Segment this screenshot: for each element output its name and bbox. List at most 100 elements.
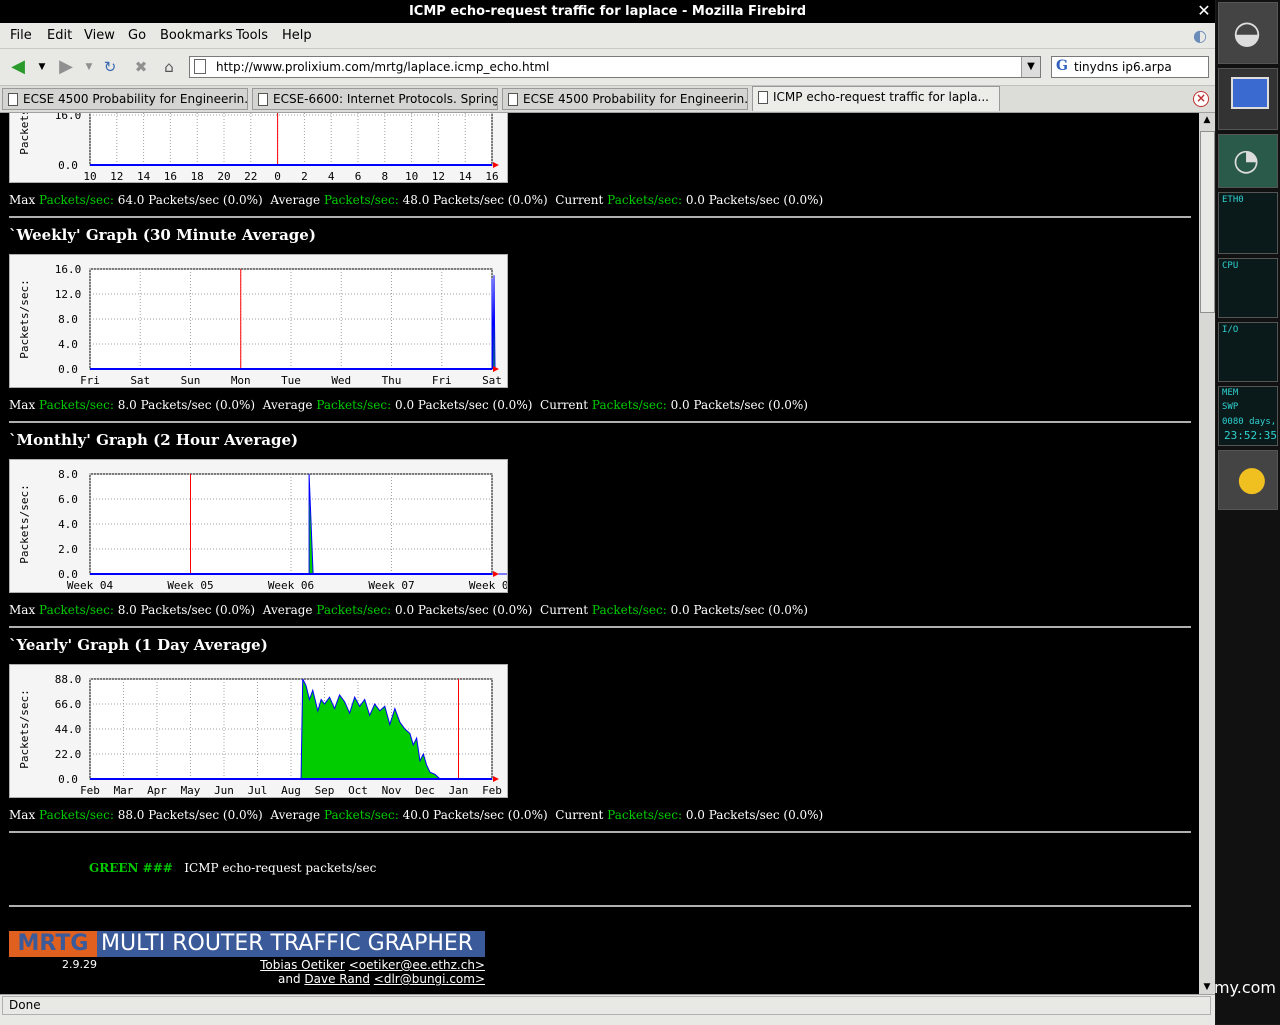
y-axis-label: Packets/sec: (18, 113, 31, 155)
email2-link[interactable]: <dlr@bungi.com> (374, 972, 485, 986)
menu-help[interactable]: Help (282, 28, 312, 43)
io-label: I/O (1222, 325, 1239, 335)
tab-ecse4500-a[interactable]: ECSE 4500 Probability for Engineerin... (2, 88, 248, 110)
uptime-label: 0080 days, (1222, 417, 1277, 427)
x-tick-label: 12 (110, 170, 123, 182)
stop-icon[interactable]: ✖ (130, 56, 152, 78)
google-icon: G (1056, 58, 1068, 74)
legend-color: GREEN ### (89, 861, 173, 875)
navigation-toolbar: ◀ ▼ ▶ ▼ ↻ ✖ ⌂ http://www.prolixium.com/m… (0, 49, 1215, 86)
page-icon (258, 93, 268, 106)
x-tick-label: Sat (130, 374, 150, 387)
menu-go[interactable]: Go (128, 28, 146, 43)
dock-app-terminal[interactable] (1218, 68, 1278, 130)
dock-app-messenger[interactable]: ● (1218, 450, 1278, 510)
dock-app-io: I/O (1218, 322, 1278, 382)
tab-bar: ECSE 4500 Probability for Engineerin... … (0, 86, 1215, 113)
x-tick-label: 8 (381, 170, 388, 182)
close-tab-icon[interactable]: × (1193, 91, 1209, 107)
y-tick-label: 16.0 (55, 113, 82, 122)
graph-yearly: Feb Mar Apr May Jun Jul Aug Sep Oct Nov Dec Jan Feb 0… (9, 664, 508, 798)
x-tick-label: Week 06 (268, 579, 314, 592)
reload-icon[interactable]: ↻ (99, 56, 121, 78)
menu-view[interactable]: View (84, 28, 115, 43)
dock-app-clip[interactable]: ◒ (1218, 2, 1278, 64)
author1-link[interactable]: Tobias Oetiker (260, 958, 345, 972)
throbber-icon: ◐ (1193, 26, 1207, 45)
stats-daily: Max Packets/sec: 64.0 Packets/sec (0.0%)… (9, 193, 824, 207)
vertical-scrollbar[interactable]: ▲ ▼ (1199, 113, 1215, 994)
x-tick-label: Sep (315, 784, 335, 797)
menu-file[interactable]: File (10, 28, 32, 43)
back-dropdown-icon[interactable]: ▼ (31, 56, 53, 78)
page-icon (194, 59, 206, 74)
graph-title-monthly: `Monthly' Graph (2 Hour Average) (9, 431, 299, 449)
monitor-icon (1231, 77, 1269, 109)
author2-link[interactable]: Dave Rand (304, 972, 370, 986)
y-tick-label: 22.0 (55, 748, 82, 761)
y-tick-label: 66.0 (55, 698, 82, 711)
x-tick-label: Feb (482, 784, 502, 797)
menu-tools[interactable]: Tools (236, 28, 268, 43)
x-tick-label: Oct (348, 784, 368, 797)
divider (9, 216, 1191, 218)
forward-icon[interactable]: ▶ (55, 56, 77, 78)
x-tick-label: Fri (80, 374, 100, 387)
series-line (491, 275, 496, 370)
clip-icon: ◒ (1233, 13, 1261, 51)
tab-icmp[interactable]: ICMP echo-request traffic for lapla... (752, 86, 1000, 111)
scroll-down-icon[interactable]: ▼ (1199, 980, 1215, 994)
x-tick-label: 0 (274, 170, 281, 182)
x-tick-label: Jan (449, 784, 469, 797)
url-bar[interactable]: http://www.prolixium.com/mrtg/laplace.ic… (189, 56, 1041, 78)
x-tick-label: Thu (382, 374, 402, 387)
forward-dropdown-icon[interactable]: ▼ (78, 56, 100, 78)
url-dropdown-icon[interactable]: ▼ (1021, 57, 1040, 77)
x-tick-label: 14 (459, 170, 473, 182)
scroll-thumb[interactable] (1200, 131, 1215, 313)
window-manager-dock: ◒ ◔ ETH0 CPU I/O MEM SWP 0080 days, 23:5… (1214, 0, 1280, 1024)
chart-weekly: Fri Sat Sun Mon Tue Wed Thu Fri Sat 0.0 4.0 8.0 12.0… (18, 263, 502, 387)
menu-edit[interactable]: Edit (47, 28, 72, 43)
close-window-icon[interactable]: ✕ (1195, 2, 1213, 20)
y-tick-label: 0.0 (58, 773, 78, 786)
x-tick-label: Sun (181, 374, 201, 387)
x-tick-label: 10 (83, 170, 96, 182)
graph-monthly: Week 04Week 05Week 06Week 07Week 080.02.… (9, 459, 508, 593)
search-box[interactable]: G tinydns ip6.arpa (1051, 56, 1209, 78)
x-tick-label: Dec (415, 784, 435, 797)
scroll-up-icon[interactable]: ▲ (1199, 113, 1215, 127)
graph-title-weekly: `Weekly' Graph (30 Minute Average) (9, 226, 316, 244)
eth-label: ETH0 (1222, 195, 1244, 205)
y-tick-label: 0.0 (58, 568, 78, 581)
back-icon[interactable]: ◀ (7, 56, 29, 78)
x-tick-label: Week 08 (469, 579, 507, 592)
y-tick-label: 6.0 (58, 493, 78, 506)
x-tick-label: 10 (405, 170, 418, 182)
mrtg-version: 2.9.29 (62, 958, 97, 971)
dock-app-browser[interactable]: ◔ (1218, 134, 1278, 188)
x-tick-label: Jun (214, 784, 234, 797)
x-tick-label: 16 (164, 170, 177, 182)
tab-ecse6600[interactable]: ECSE-6600: Internet Protocols. Spring... (252, 88, 498, 110)
x-tick-label: 2 (301, 170, 308, 182)
home-icon[interactable]: ⌂ (158, 56, 180, 78)
tab-ecse4500-b[interactable]: ECSE 4500 Probability for Engineerin... (502, 88, 748, 110)
dock-app-netmon: ETH0 (1218, 192, 1278, 254)
page-icon (8, 93, 18, 106)
x-tick-label: 14 (137, 170, 151, 182)
x-tick-label: 18 (191, 170, 204, 182)
mrtg-logo[interactable]: MRTG MULTI ROUTER TRAFFIC GRAPHER (9, 931, 485, 957)
email1-link[interactable]: <oetiker@ee.ethz.ch> (349, 958, 485, 972)
chart-daily: 1012141618202202468101214160.016.032.0Pa… (18, 113, 499, 182)
menu-bookmarks[interactable]: Bookmarks (160, 28, 233, 43)
stats-monthly: Max Packets/sec: 8.0 Packets/sec (0.0%) … (9, 603, 808, 617)
x-tick-label: Mon (231, 374, 251, 387)
x-tick-label: Sat (482, 374, 502, 387)
axis-arrow (493, 162, 499, 168)
axis-arrow (493, 571, 499, 577)
page-content: 1012141618202202468101214160.016.032.0Pa… (0, 113, 1199, 994)
divider (9, 905, 1191, 907)
x-tick-label: Wed (331, 374, 351, 387)
axis-arrow (493, 776, 499, 782)
